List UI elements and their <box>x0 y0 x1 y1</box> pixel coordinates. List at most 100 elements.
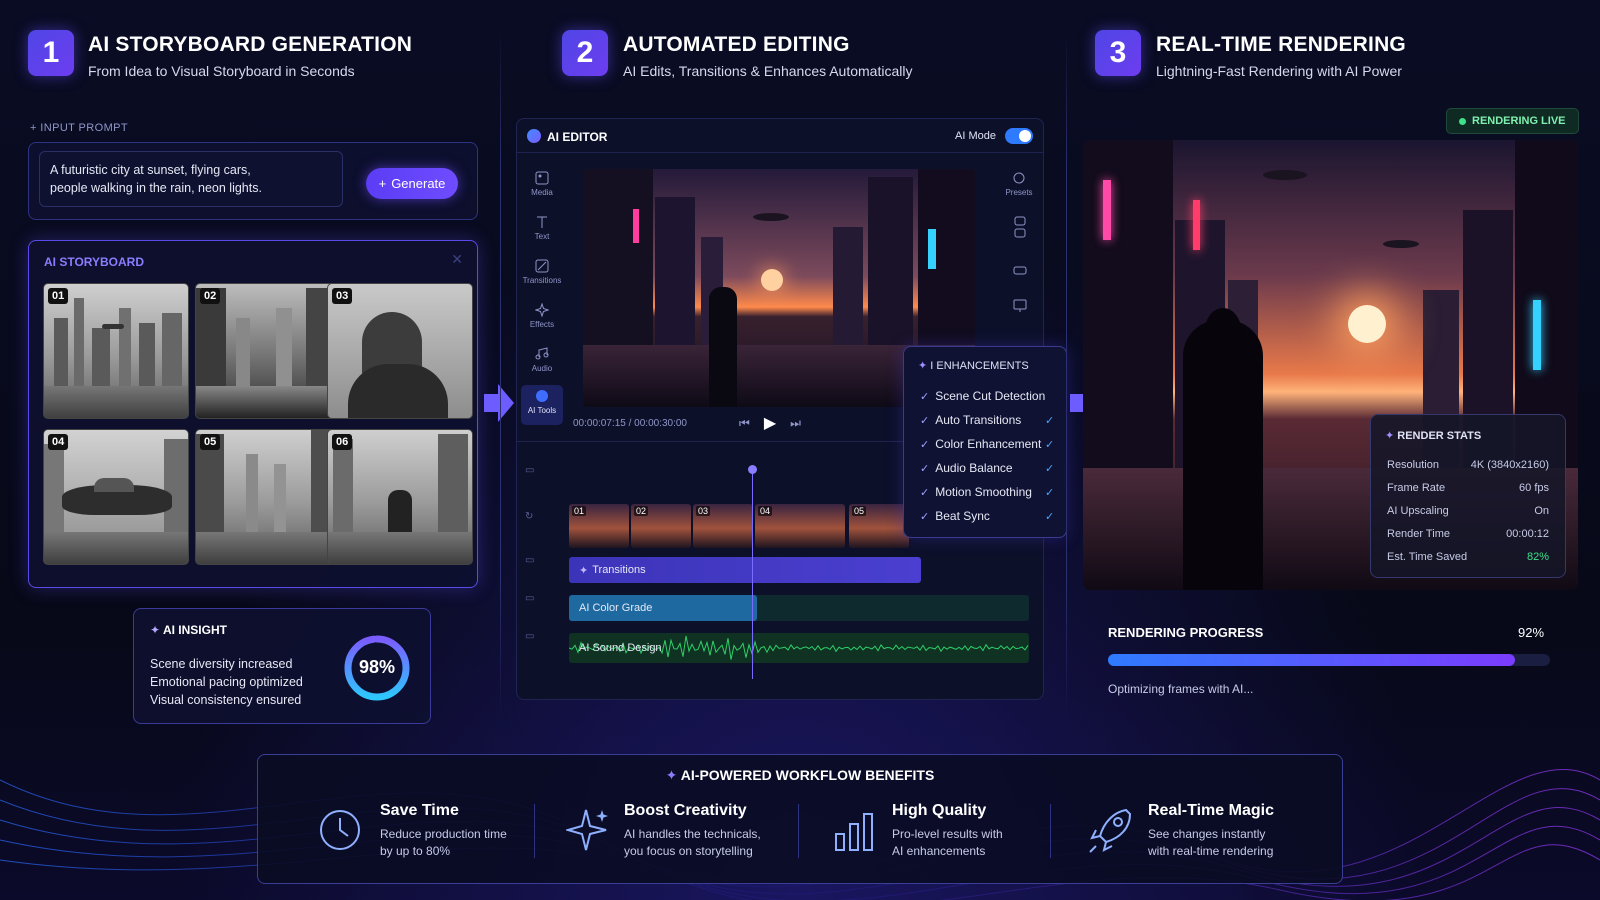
rocket-icon <box>1089 808 1132 853</box>
step-2-badge: 2 <box>562 30 608 76</box>
clip-number: 04 <box>758 506 773 516</box>
step-1-badge: 1 <box>28 30 74 76</box>
checked-icon: ✓ <box>1045 462 1055 475</box>
step-3-subtitle: Lightning-Fast Rendering with AI Power <box>1156 63 1402 79</box>
benefits-title: ✦ AI-POWERED WORKFLOW BENEFITS <box>665 767 935 783</box>
timeline-clip[interactable]: 03 <box>693 504 753 548</box>
share-icon[interactable] <box>1013 215 1027 244</box>
enhancement-item[interactable]: ✓ Scene Cut Detection <box>920 389 1045 403</box>
ai-sparkle-icon: ✦ <box>918 360 931 372</box>
frame-number: 01 <box>48 288 69 304</box>
step-1-subtitle: From Idea to Visual Storyboard in Second… <box>88 63 355 79</box>
rendering-live-badge: RENDERING LIVE <box>1446 108 1579 134</box>
track-sound-design[interactable]: AI Sound Design <box>569 633 1029 663</box>
sparkle-icon: ✦ <box>1385 430 1398 442</box>
step-2-subtitle: AI Edits, Transitions & Enhances Automat… <box>623 63 913 79</box>
checked-icon: ✓ <box>1045 510 1055 523</box>
enhancement-item[interactable]: ✓ Audio Balance ✓ <box>920 461 1060 475</box>
benefit-boost-creativity: Boost Creativity AI handles the technica… <box>566 800 796 860</box>
track-transitions[interactable]: ✦ Transitions <box>569 557 921 583</box>
sparkles-icon <box>566 809 608 851</box>
skip-forward-icon[interactable]: ⏭ <box>790 416 801 431</box>
ai-mode-label: AI Mode <box>955 130 996 142</box>
tool-effects[interactable]: Effects <box>522 303 562 329</box>
check-icon: ✓ <box>920 510 930 523</box>
rendering-progress-label: RENDERING PROGRESS <box>1108 625 1264 640</box>
stat-row: Frame Rate 60 fps <box>1387 482 1549 494</box>
playback-controls: ⏮ ▶ ⏭ <box>739 413 801 433</box>
timeline-clip[interactable]: 02 <box>631 504 691 548</box>
track-icon[interactable]: ▭ <box>525 593 534 604</box>
loop-icon[interactable]: ↻ <box>525 511 533 522</box>
frame-number: 02 <box>200 288 221 304</box>
tool-media[interactable]: Media <box>522 171 562 197</box>
rendering-status: Optimizing frames with AI... <box>1108 682 1254 696</box>
enhancement-item[interactable]: ✓ Beat Sync ✓ <box>920 509 1060 523</box>
storyboard-frame-04[interactable]: 04 <box>43 429 189 565</box>
clip-number: 03 <box>696 506 711 516</box>
rendering-progress-percent: 92% <box>1518 625 1545 640</box>
ai-insight-title: ✦ AI INSIGHT <box>150 623 227 637</box>
enhancement-item[interactable]: ✓ Color Enhancement ✓ <box>920 437 1060 451</box>
check-icon: ✓ <box>920 462 930 475</box>
plus-icon: + <box>30 122 41 134</box>
enhancements-panel: ✦ I ENHANCEMENTS ✓ Scene Cut Detection ✓ A… <box>903 346 1067 538</box>
track-icon[interactable]: ▭ <box>525 555 534 566</box>
monitor-icon[interactable] <box>1013 299 1027 318</box>
storyboard-frame-01[interactable]: 01 <box>43 283 189 419</box>
playhead[interactable] <box>748 465 757 679</box>
generate-button[interactable]: + Generate <box>366 168 458 199</box>
presets-icon <box>1013 172 1025 184</box>
enhancements-title: ✦ I ENHANCEMENTS <box>918 360 1029 372</box>
frame-number: 05 <box>200 434 221 450</box>
check-icon: ✓ <box>920 414 930 427</box>
enhancement-item[interactable]: ✓ Motion Smoothing ✓ <box>920 485 1060 499</box>
sparkle-icon: ✦ <box>150 623 163 637</box>
timeline-clip[interactable]: 05 <box>849 504 909 548</box>
close-icon[interactable]: ✕ <box>451 251 463 268</box>
storyboard-title: AI STORYBOARD <box>44 255 145 269</box>
track-icon[interactable]: ▭ <box>525 631 534 642</box>
rendering-progress-bar <box>1108 654 1550 666</box>
clip-icon[interactable]: ▭ <box>525 465 534 476</box>
step-3-title: REAL-TIME RENDERING <box>1156 33 1406 56</box>
input-prompt-panel: A futuristic city at sunset, flying cars… <box>28 142 478 220</box>
section-divider <box>1066 30 1067 720</box>
clock-icon <box>320 810 360 850</box>
benefit-high-quality: High Quality Pro-level results with AI en… <box>832 800 1042 860</box>
rendering-progress-fill <box>1108 654 1515 666</box>
storyboard-frame-03[interactable]: 03 <box>327 283 473 419</box>
tool-audio[interactable]: Audio <box>522 347 562 373</box>
step-2-title: AUTOMATED EDITING <box>623 33 850 56</box>
benefit-real-time-magic: Real-Time Magic See changes instantly wit… <box>1086 800 1316 860</box>
checked-icon: ✓ <box>1045 438 1055 451</box>
layers-icon[interactable] <box>1013 263 1027 281</box>
clip-number: 01 <box>572 506 587 516</box>
arrow-right-icon <box>484 384 514 422</box>
prompt-textarea[interactable]: A futuristic city at sunset, flying cars… <box>39 151 343 207</box>
check-icon: ✓ <box>920 438 930 451</box>
skip-back-icon[interactable]: ⏮ <box>739 416 750 431</box>
ai-mode-toggle[interactable] <box>1005 128 1033 144</box>
ai-editor-logo-icon <box>527 129 541 143</box>
benefit-divider <box>1050 804 1051 858</box>
tool-presets[interactable]: Presets <box>999 171 1039 197</box>
bar-chart-icon <box>835 813 873 851</box>
track-color-grade[interactable]: AI Color Grade <box>569 595 1029 621</box>
editor-title: AI EDITOR <box>547 130 608 144</box>
timeline-clip[interactable]: 01 <box>569 504 629 548</box>
insight-percent: 98% <box>358 657 396 677</box>
ai-insight-list: Scene diversity increased Emotional paci… <box>150 657 303 707</box>
sparkle-icon: ✦ <box>665 767 681 783</box>
tool-text[interactable]: Text <box>522 215 562 241</box>
storyboard-frame-02[interactable]: 02 <box>195 283 341 419</box>
play-icon[interactable]: ▶ <box>764 413 776 433</box>
tool-ai-tools[interactable]: AI Tools <box>521 385 563 425</box>
enhancement-item[interactable]: ✓ Auto Transitions ✓ <box>920 413 1060 427</box>
step-1-title: AI STORYBOARD GENERATION <box>88 33 413 56</box>
checked-icon: ✓ <box>1045 486 1055 499</box>
timeline-clip[interactable]: 04 <box>755 504 845 548</box>
tool-transitions[interactable]: Transitions <box>522 259 562 285</box>
storyboard-frame-05[interactable]: 05 <box>195 429 341 565</box>
storyboard-frame-06[interactable]: 06 <box>327 429 473 565</box>
